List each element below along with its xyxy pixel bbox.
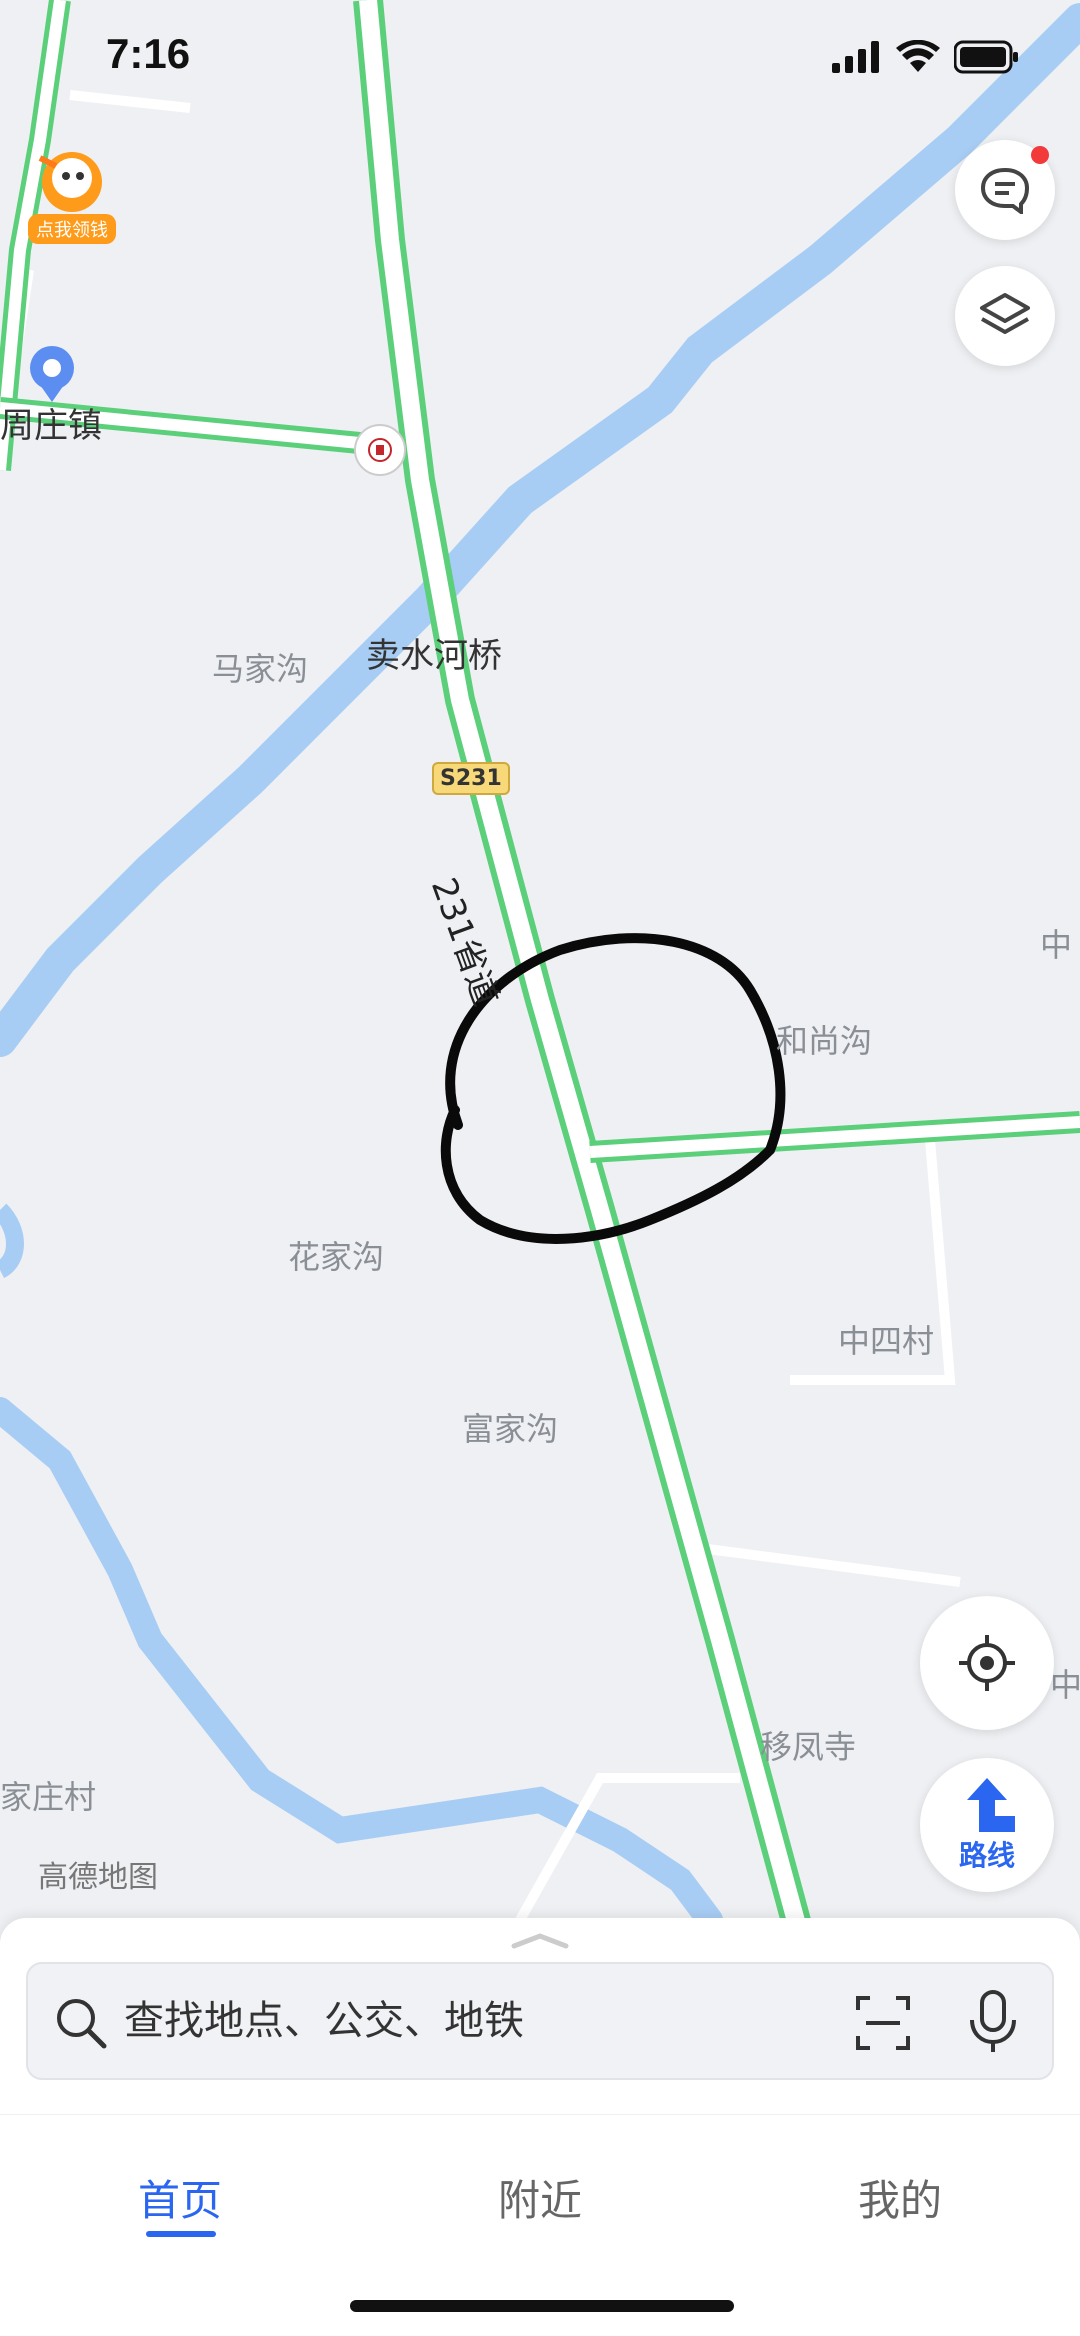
signal-icon xyxy=(832,41,879,73)
map-label-zhong-partial-top[interactable]: 中 xyxy=(1040,920,1072,966)
home-indicator[interactable] xyxy=(350,2300,734,2312)
status-time: 7:16 xyxy=(106,30,191,77)
tab-home[interactable]: 首页 xyxy=(138,2167,222,2228)
bottom-sheet: 首页 附近 我的 xyxy=(0,1918,1080,2336)
map-label-heshanggou[interactable]: 和尚沟 xyxy=(776,1016,872,1062)
locate-button[interactable] xyxy=(920,1596,1054,1730)
gas-station-icon[interactable] xyxy=(354,424,406,476)
tab-mine[interactable]: 我的 xyxy=(858,2167,942,2228)
route-arrow-icon xyxy=(967,1778,1015,1832)
message-icon xyxy=(980,167,1030,214)
scan-icon[interactable] xyxy=(854,1994,912,2052)
sheet-handle-icon[interactable] xyxy=(510,1930,570,1950)
promo-badge[interactable]: 点我领钱 xyxy=(28,214,116,244)
map-label-zhouzhuang[interactable]: 周庄镇 xyxy=(0,398,102,447)
map-label-fujiagou[interactable]: 富家沟 xyxy=(462,1404,558,1450)
status-icons xyxy=(832,40,1020,74)
microphone-icon[interactable] xyxy=(968,1990,1018,2054)
route-button[interactable]: 路线 xyxy=(920,1758,1054,1892)
road-shield-s231: S231 xyxy=(432,762,510,795)
layers-button[interactable] xyxy=(955,266,1055,366)
notification-dot xyxy=(1031,146,1049,164)
message-button[interactable] xyxy=(955,140,1055,240)
map-label-majiagou[interactable]: 马家沟 xyxy=(212,644,308,690)
tab-home-indicator xyxy=(146,2231,216,2237)
amap-watermark: 高德地图 xyxy=(38,1860,158,1895)
tab-nearby[interactable]: 附近 xyxy=(498,2167,582,2228)
search-bar[interactable] xyxy=(26,1962,1054,2080)
tab-bar: 首页 附近 我的 xyxy=(0,2114,1080,2255)
route-label: 路线 xyxy=(958,1839,1015,1872)
map-label-zhongsi-village[interactable]: 中四村 xyxy=(838,1316,934,1362)
map-label-huajiagou[interactable]: 花家沟 xyxy=(288,1232,384,1278)
map-label-yifeng-temple[interactable]: 移凤寺 xyxy=(760,1722,856,1768)
layers-icon xyxy=(980,293,1030,334)
map-screen: 周庄镇 马家沟 卖水河桥 S231 231省道 和尚沟 中 花家沟 中四村 富家… xyxy=(0,0,1080,2336)
map-label-jiazhuang-village[interactable]: 家庄村 xyxy=(0,1772,96,1818)
wifi-icon xyxy=(896,40,940,72)
search-input[interactable] xyxy=(122,1990,766,2052)
map-label-maishuihe-bridge[interactable]: 卖水河桥 xyxy=(366,628,502,677)
battery-icon xyxy=(954,40,1018,74)
search-icon xyxy=(57,1999,107,2049)
map-label-zhong-partial-bottom[interactable]: 中 xyxy=(1050,1660,1080,1706)
locate-icon xyxy=(959,1635,1015,1691)
